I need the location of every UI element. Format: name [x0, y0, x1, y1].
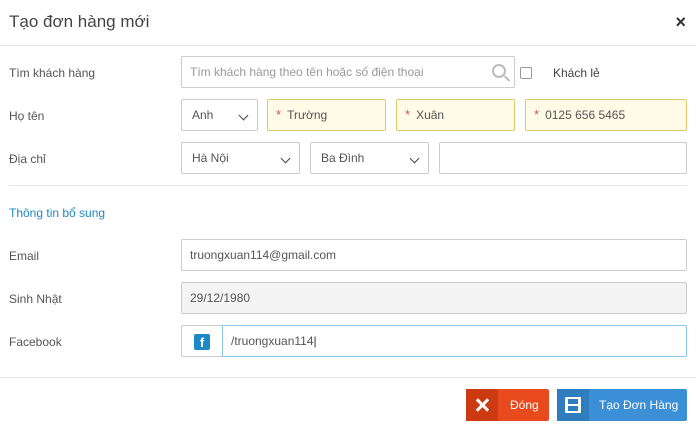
- facebook-label: Facebook: [9, 335, 62, 349]
- required-asterisk-icon: *: [276, 107, 282, 122]
- additional-info-title: Thông tin bổ sung: [9, 206, 106, 220]
- facebook-icon: f: [194, 334, 210, 350]
- close-x-icon: [466, 389, 498, 421]
- search-customer-input[interactable]: Tìm khách hàng theo tên hoặc số điện tho…: [181, 56, 515, 88]
- close-icon[interactable]: ×: [675, 13, 686, 31]
- save-icon-wrap: [557, 389, 589, 421]
- email-value: truongxuan114@gmail.com: [190, 248, 337, 262]
- last-name-value: Trường: [287, 108, 328, 122]
- footer-divider: [0, 377, 696, 378]
- chevron-down-icon: [409, 153, 420, 164]
- email-label: Email: [9, 249, 40, 263]
- birthday-input[interactable]: 29/12/1980: [181, 282, 687, 314]
- facebook-input[interactable]: /truongxuan114|: [222, 325, 687, 357]
- search-icon[interactable]: [492, 64, 506, 78]
- modal-title: Tạo đơn hàng mới: [9, 12, 150, 31]
- close-button-label: Đóng: [510, 398, 539, 412]
- district-value: Ba Đình: [321, 151, 365, 165]
- district-select[interactable]: Ba Đình: [310, 142, 429, 174]
- facebook-addon: f: [181, 325, 223, 357]
- facebook-value: /truongxuan114: [231, 334, 314, 348]
- walkin-customer-label: Khách lẻ: [553, 66, 600, 80]
- required-asterisk-icon: *: [534, 107, 540, 122]
- phone-input[interactable]: * 0125 656 5465: [525, 99, 687, 131]
- phone-value: 0125 656 5465: [545, 108, 626, 122]
- email-input[interactable]: truongxuan114@gmail.com: [181, 239, 687, 271]
- text-cursor: |: [313, 334, 317, 348]
- modal-header: Tạo đơn hàng mới ×: [0, 0, 696, 46]
- birthday-label: Sinh Nhật: [9, 292, 62, 306]
- chevron-down-icon: [280, 153, 291, 164]
- search-placeholder: Tìm khách hàng theo tên hoặc số điện tho…: [190, 65, 424, 79]
- first-name-value: Xuân: [416, 108, 445, 122]
- chevron-down-icon: [238, 110, 249, 121]
- city-select[interactable]: Hà Nội: [181, 142, 300, 174]
- birthday-value: 29/12/1980: [190, 291, 251, 305]
- save-icon: [565, 397, 581, 413]
- first-name-input[interactable]: * Xuân: [396, 99, 515, 131]
- city-value: Hà Nội: [192, 151, 229, 165]
- search-customer-label: Tìm khách hàng: [9, 66, 96, 80]
- salutation-select[interactable]: Anh: [181, 99, 258, 131]
- last-name-input[interactable]: * Trường: [267, 99, 386, 131]
- create-order-button-label: Tạo Đơn Hàng: [599, 398, 679, 412]
- full-name-label: Họ tên: [9, 109, 45, 123]
- walkin-customer-checkbox[interactable]: [520, 67, 532, 79]
- create-order-modal: Tạo đơn hàng mới × Tìm khách hàng Tìm kh…: [0, 0, 696, 429]
- street-address-input[interactable]: [439, 142, 687, 174]
- address-label: Địa chỉ: [9, 152, 46, 166]
- salutation-value: Anh: [192, 108, 214, 122]
- required-asterisk-icon: *: [405, 107, 411, 122]
- close-button[interactable]: Đóng: [466, 389, 549, 421]
- section-divider: [9, 185, 687, 186]
- create-order-button[interactable]: Tạo Đơn Hàng: [557, 389, 687, 421]
